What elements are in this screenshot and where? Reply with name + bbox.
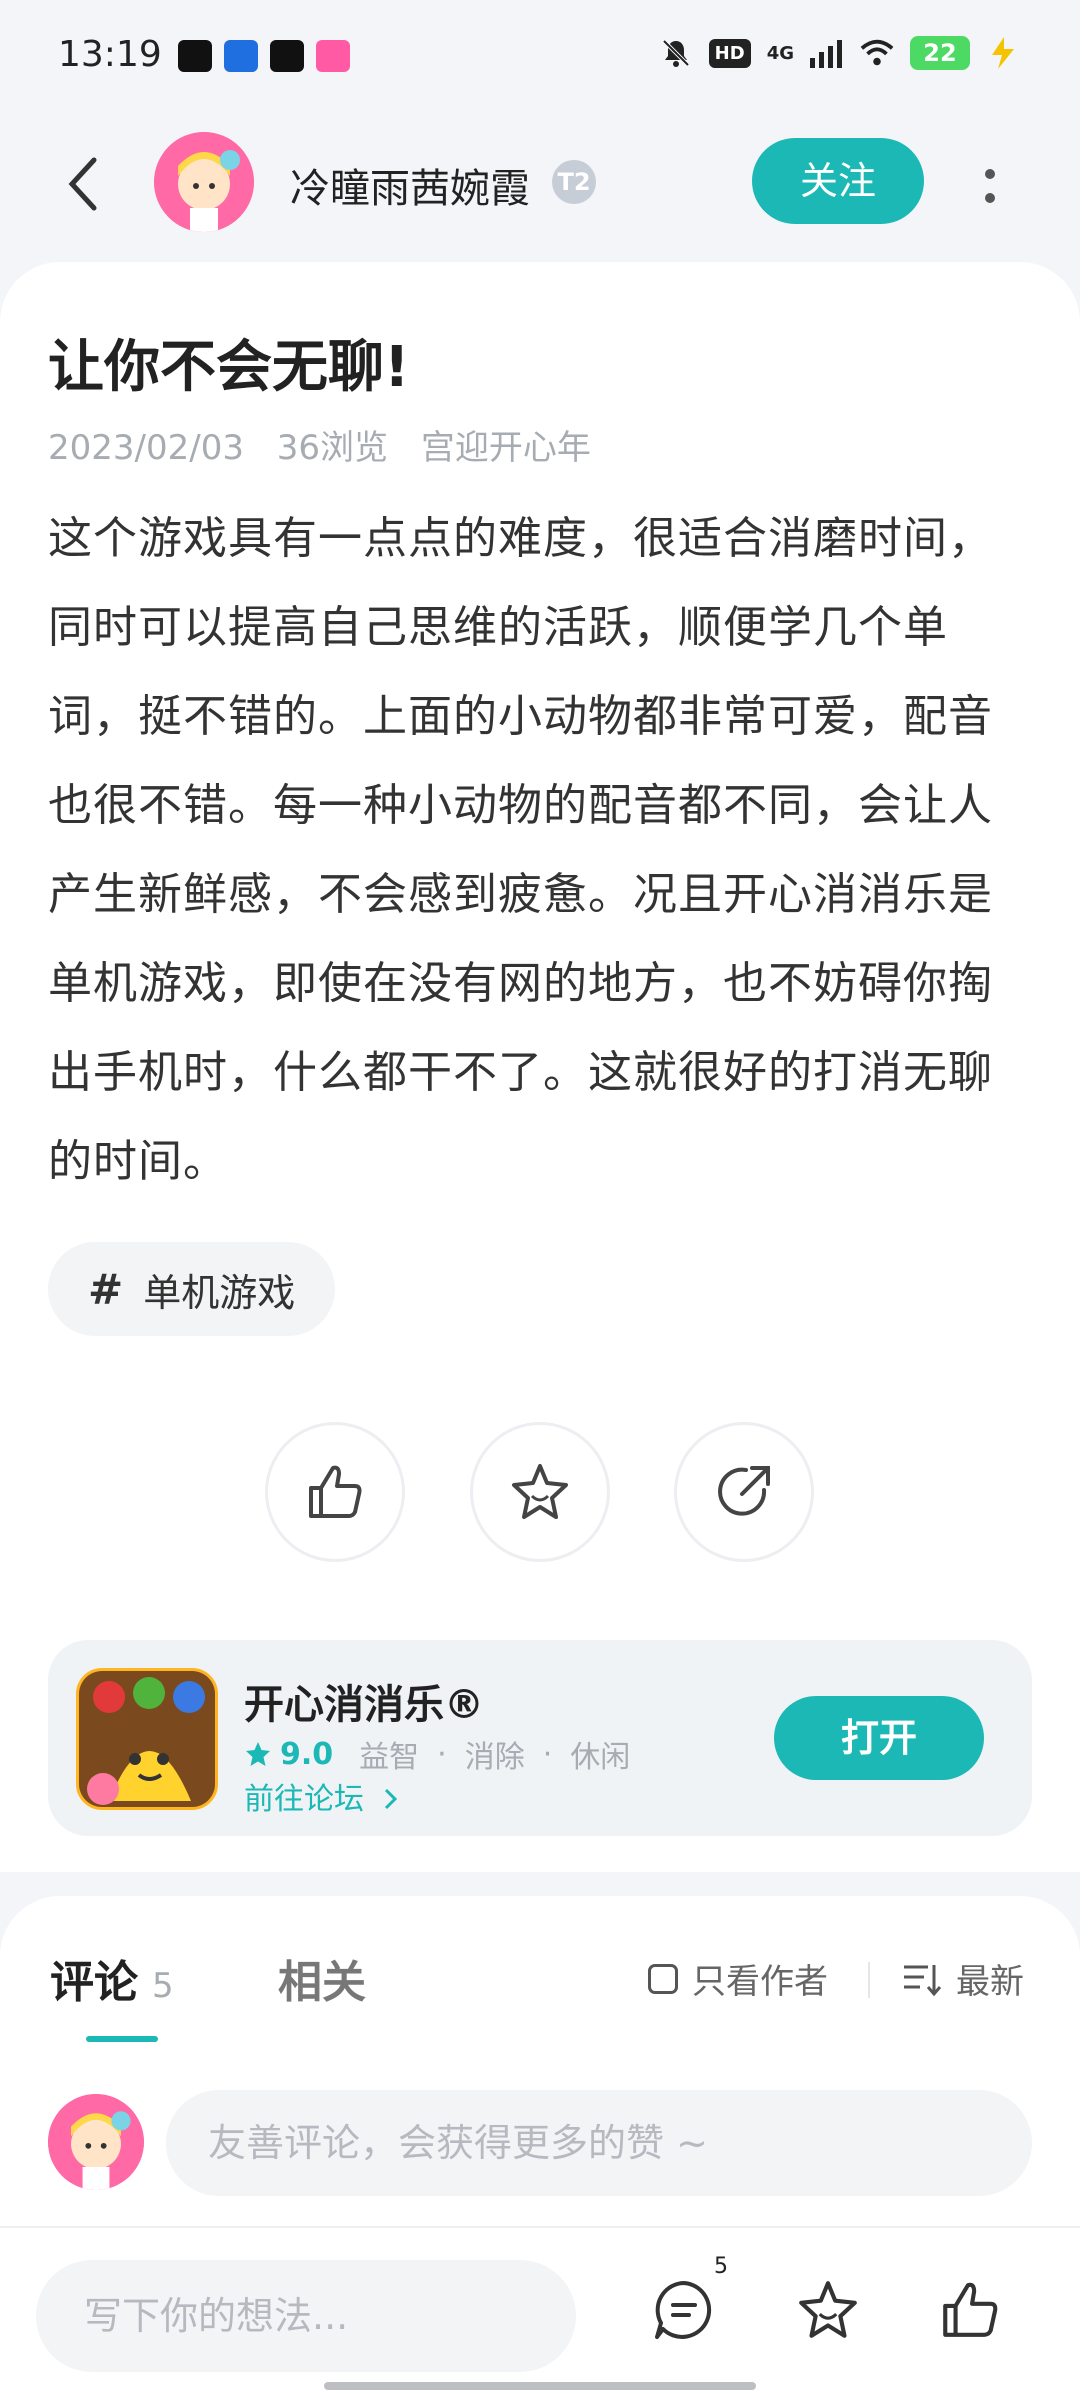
back-arrow-icon	[68, 157, 97, 211]
share-icon	[718, 1466, 770, 1516]
game-score: 9.0	[280, 1736, 334, 1772]
share-button[interactable]	[674, 1422, 814, 1562]
post-views: 36浏览	[276, 428, 389, 468]
thumbs-up-icon	[943, 2282, 998, 2337]
post-card: 让你不会无聊! 2023/02/03 36浏览 宫迎开心年 这个游戏具有一点点的…	[0, 262, 1080, 1872]
comments-button[interactable]	[644, 2270, 724, 2350]
avatar-image	[48, 2094, 144, 2190]
tiktok-icon	[178, 40, 212, 72]
hd-icon: HD	[708, 38, 751, 68]
hash-icon: #	[88, 1264, 124, 1314]
game-tag: 休闲	[570, 1740, 631, 1775]
topic-label: 单机游戏	[143, 1270, 296, 1315]
sort-label: 最新	[956, 1962, 1024, 2002]
star-icon	[512, 1464, 568, 1519]
more-button[interactable]	[980, 156, 1000, 216]
favorite-button-bottom[interactable]	[788, 2270, 868, 2350]
star-icon	[799, 2281, 857, 2338]
follow-button[interactable]: 关注	[752, 138, 924, 224]
game-rating-row: 9.0 益智 · 消除 · 休闲	[244, 1732, 630, 1776]
sort-button[interactable]: 最新	[902, 1954, 1024, 2003]
network-type: 4G	[766, 42, 794, 64]
post-meta: 2023/02/03 36浏览 宫迎开心年	[48, 420, 613, 469]
status-system-icons: HD 4G 22	[659, 36, 1020, 70]
post-actions	[0, 1422, 1080, 1566]
author-name[interactable]: 冷瞳雨茜婉霞	[290, 156, 530, 214]
post-title: 让你不会无聊!	[48, 335, 410, 400]
author-only-toggle[interactable]: 只看作者	[648, 1954, 828, 2003]
post-event-tag[interactable]: 宫迎开心年	[421, 428, 591, 468]
post-body: 这个游戏具有一点点的难度，很适合消磨时间，同时可以提高自己思维的活跃，顺便学几个…	[48, 513, 993, 1187]
more-dots-icon	[985, 169, 995, 203]
comment-count: 5	[152, 1966, 174, 2006]
forum-link[interactable]: 前往论坛	[244, 1774, 400, 1818]
thumbs-up-icon	[309, 1465, 362, 1518]
comment-bubble-icon	[655, 2281, 712, 2339]
tag-separator: ·	[437, 1736, 447, 1772]
signal-icon	[810, 36, 844, 70]
bilibili-icon	[316, 40, 350, 72]
tab-comments[interactable]: 评论 5	[50, 1946, 174, 2010]
topic-chip[interactable]: # 单机游戏	[48, 1242, 336, 1336]
game-tag: 消除	[464, 1740, 525, 1775]
tab-related[interactable]: 相关	[278, 1946, 366, 2010]
sort-icon	[904, 1964, 942, 1996]
chevron-right-icon	[384, 1788, 397, 1810]
forum-link-label: 前往论坛	[244, 1782, 364, 1817]
battery-icon: 22	[910, 36, 970, 70]
home-indicator[interactable]	[324, 2382, 756, 2390]
write-thought-input[interactable]: 写下你的想法...	[36, 2260, 576, 2372]
comments-badge: 5	[714, 2254, 728, 2279]
tab-comments-label: 评论	[50, 1957, 138, 2008]
app-notification-icon	[224, 40, 258, 72]
active-tab-indicator	[86, 2036, 158, 2042]
open-game-button[interactable]: 打开	[774, 1696, 984, 1780]
wifi-icon	[860, 36, 894, 70]
game-name: 开心消消乐®	[244, 1682, 484, 1728]
rating-star-icon	[246, 1742, 270, 1766]
comments-section: 评论 5 相关 只看作者 最新 友善评论，会获得更多的赞 ~	[0, 1896, 1080, 2226]
author-only-label: 只看作者	[692, 1962, 828, 2002]
post-date: 2023/02/03	[48, 428, 244, 468]
charging-icon	[986, 36, 1020, 70]
tag-separator: ·	[542, 1736, 553, 1772]
level-badge: T2	[552, 160, 596, 204]
status-time: 13:19	[58, 34, 162, 75]
status-bar: 13:19 HD 4G 22	[0, 0, 1080, 110]
checkbox-icon	[648, 1963, 678, 1994]
tiktok-icon	[270, 40, 304, 72]
post-header: 冷瞳雨茜婉霞 T2 关注	[0, 120, 1080, 250]
divider	[868, 1962, 870, 1998]
avatar-image	[154, 132, 254, 232]
status-notification-icons	[178, 40, 350, 72]
favorite-button[interactable]	[470, 1422, 610, 1562]
back-button[interactable]	[60, 154, 104, 214]
author-avatar[interactable]	[154, 132, 254, 232]
mute-bell-icon	[659, 36, 693, 70]
like-button-bottom[interactable]	[930, 2270, 1010, 2350]
game-card[interactable]: 开心消消乐® 9.0 益智 · 消除 · 休闲 前往论坛 打开	[48, 1640, 1032, 1836]
user-avatar	[48, 2094, 144, 2190]
bottom-bar: 写下你的想法... 5	[0, 2226, 1080, 2400]
like-button[interactable]	[265, 1422, 405, 1562]
game-icon	[76, 1668, 218, 1810]
comment-input[interactable]: 友善评论，会获得更多的赞 ~	[166, 2090, 1032, 2196]
game-tag: 益智	[359, 1740, 420, 1775]
